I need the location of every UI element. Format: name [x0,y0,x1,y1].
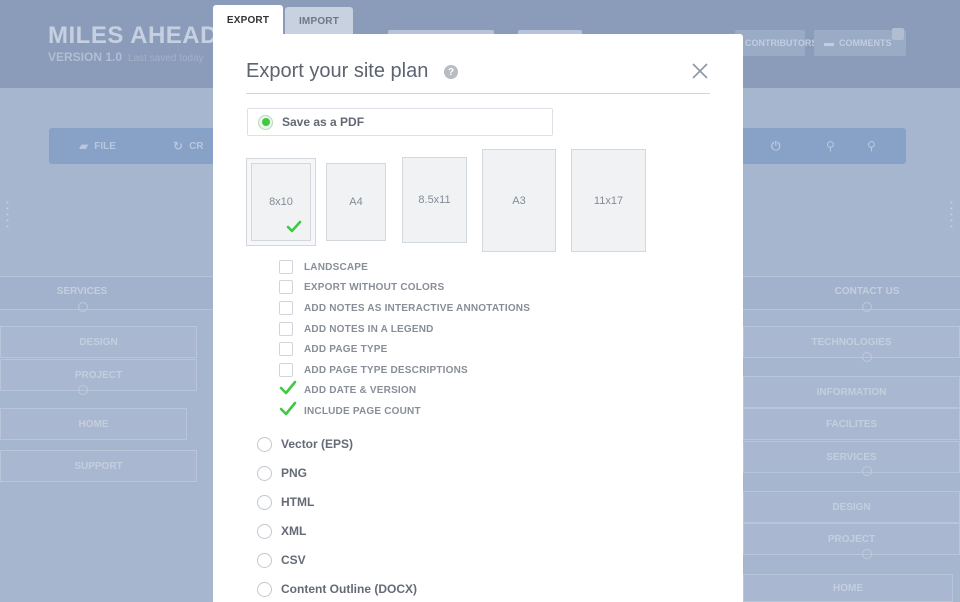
option-export-without-colors[interactable]: EXPORT WITHOUT COLORS [279,279,444,295]
scroll-left-handle[interactable]: • • • • • [6,199,10,231]
paper-size-a3[interactable]: A3 [482,149,556,252]
zoom-out-button[interactable]: ⚲ [867,128,882,164]
comment-icon: ▬ [824,37,834,49]
option-notes-legend[interactable]: ADD NOTES IN A LEGEND [279,321,434,337]
pdf-label: Save as a PDF [282,115,365,129]
csv-radio[interactable] [257,552,272,568]
checkbox[interactable] [279,322,293,336]
power-icon: ⏻ [771,138,781,153]
sitemap-node-services-right[interactable]: SERVICES [743,441,960,473]
sitemap-node-contact[interactable]: CONTACT US [812,286,922,297]
paper-size-11x17[interactable]: 11x17 [571,149,646,252]
docx-radio[interactable] [257,581,272,597]
collapse-icon[interactable] [78,302,88,312]
app-title: MILES AHEAD [48,22,218,49]
sitemap-node-home-right[interactable]: HOME [743,574,953,602]
folder-icon: ▰ [79,139,89,153]
option-notes-interactive[interactable]: ADD NOTES AS INTERACTIVE ANNOTATIONS [279,300,530,316]
app-version: VERSION 1.0 Last saved today [48,50,204,64]
option-page-type-descriptions[interactable]: ADD PAGE TYPE DESCRIPTIONS [279,362,468,378]
sitemap-node-design[interactable]: DESIGN [0,326,197,358]
pdf-radio[interactable] [258,114,273,130]
tab-import[interactable]: IMPORT [285,7,353,35]
zoom-in-icon: ⚲ [826,139,835,153]
sitemap-node-technologies[interactable]: TECHNOLOGIES [743,326,960,358]
file-menu-button[interactable]: ▰ FILE [79,128,116,164]
export-dialog: Export your site plan ? Save as a PDF 8x… [213,34,743,602]
sitemap-node-information[interactable]: INFORMATION [743,376,960,408]
notification-badge [892,28,904,40]
format-option-html[interactable]: HTML [257,493,314,511]
eps-radio[interactable] [257,436,272,452]
sitemap-node-home[interactable]: HOME [0,408,187,440]
option-date-version[interactable]: ADD DATE & VERSION [279,380,416,398]
option-landscape[interactable]: LANDSCAPE [279,259,368,275]
format-option-docx[interactable]: Content Outline (DOCX) [257,580,417,598]
option-page-count[interactable]: INCLUDE PAGE COUNT [279,401,421,419]
collapse-icon[interactable] [78,385,88,395]
format-option-png[interactable]: PNG [257,464,307,482]
tab-export[interactable]: EXPORT [213,5,283,35]
checkbox-checked[interactable] [279,380,297,397]
zoom-out-icon: ⚲ [867,139,876,153]
xml-radio[interactable] [257,523,272,539]
scroll-right-handle[interactable]: • • • • • [950,199,954,231]
selected-check-icon [286,220,302,233]
checkbox[interactable] [279,342,293,356]
sitemap-node-services[interactable]: SERVICES [30,286,134,297]
collapse-icon[interactable] [862,549,872,559]
close-icon[interactable] [691,62,709,80]
reload-button[interactable]: ⏻ [771,128,787,164]
checkbox[interactable] [279,260,293,274]
check-icon [279,380,297,395]
paper-size-8x10[interactable]: 8x10 [251,163,311,241]
refresh-icon: ↻ [173,139,184,153]
format-option-pdf[interactable]: Save as a PDF [247,108,553,136]
collapse-icon[interactable] [862,302,872,312]
sitemap-node-facilites[interactable]: FACILITES [743,408,960,440]
html-radio[interactable] [257,494,272,510]
sitemap-node-project-right[interactable]: PROJECT [743,523,960,555]
create-menu-button[interactable]: ↻ CR [173,128,204,164]
sitemap-node-project[interactable]: PROJECT [0,359,197,391]
collapse-icon[interactable] [862,352,872,362]
title-divider [246,93,710,94]
dialog-title: Export your site plan [246,60,429,82]
format-option-eps[interactable]: Vector (EPS) [257,435,353,453]
paper-size-8-5x11[interactable]: 8.5x11 [402,157,467,243]
contributors-button[interactable]: CONTRIBUTORS [735,30,817,56]
png-radio[interactable] [257,465,272,481]
checkbox-checked[interactable] [279,401,297,418]
checkbox[interactable] [279,301,293,315]
zoom-in-button[interactable]: ⚲ [826,128,841,164]
checkbox[interactable] [279,363,293,377]
help-icon[interactable]: ? [444,65,458,79]
paper-size-a4[interactable]: A4 [326,163,386,241]
check-icon [279,401,297,416]
collapse-icon[interactable] [862,466,872,476]
sitemap-node-support[interactable]: SUPPORT [0,450,197,482]
sitemap-node-design-right[interactable]: DESIGN [743,491,960,523]
format-option-xml[interactable]: XML [257,522,306,540]
checkbox[interactable] [279,280,293,294]
format-option-csv[interactable]: CSV [257,551,306,569]
option-page-type[interactable]: ADD PAGE TYPE [279,341,388,357]
